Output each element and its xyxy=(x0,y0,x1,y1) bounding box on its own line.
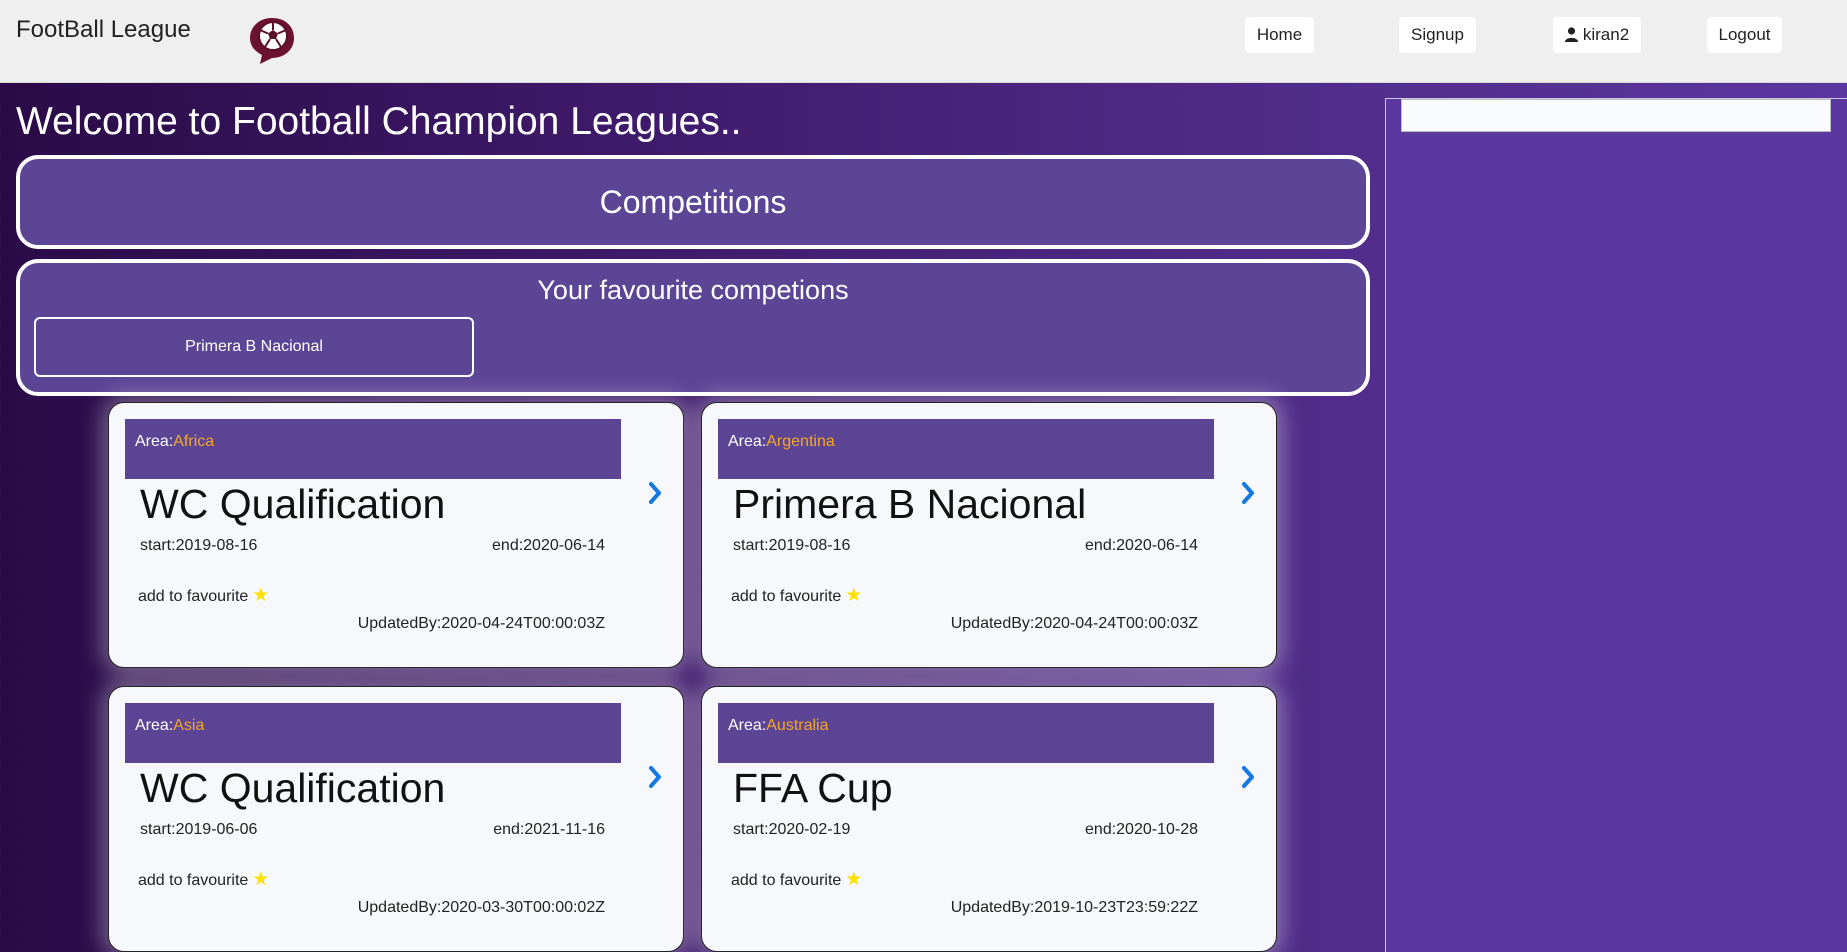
add-favourite-button[interactable]: add to favourite ★ xyxy=(138,584,269,607)
end-date: end:2020-06-14 xyxy=(492,537,605,554)
add-favourite-label: add to favourite xyxy=(138,872,249,889)
end-date: end:2021-11-16 xyxy=(493,821,605,838)
start-date: start:2019-08-16 xyxy=(733,537,851,554)
updated-by: UpdatedBy:2020-04-24T00:00:03Z xyxy=(950,615,1198,632)
competition-name: Primera B Nacional xyxy=(733,481,1087,527)
user-name: kiran2 xyxy=(1582,25,1630,44)
competition-name: WC Qualification xyxy=(140,765,446,811)
start-date: start:2019-06-06 xyxy=(140,821,258,838)
area-label: Area: xyxy=(135,433,174,450)
area-value: Asia xyxy=(173,717,205,734)
logout-button[interactable]: Logout xyxy=(1707,17,1782,53)
chevron-right-icon[interactable] xyxy=(647,481,663,505)
page-title: Welcome to Football Champion Leagues.. xyxy=(16,100,742,143)
competitions-panel: Competitions xyxy=(16,155,1370,249)
card-area-band: Area:Argentina xyxy=(718,419,1214,479)
card-area-band: Area:Africa xyxy=(125,419,621,479)
card-area-band: Area:Asia xyxy=(125,703,621,763)
updated-by: UpdatedBy:2020-03-30T00:00:02Z xyxy=(357,899,605,916)
competition-name: FFA Cup xyxy=(733,765,893,811)
area-label: Area: xyxy=(135,717,174,734)
start-date: start:2020-02-19 xyxy=(733,821,851,838)
star-icon[interactable]: ★ xyxy=(252,585,269,606)
signup-button[interactable]: Signup xyxy=(1399,17,1476,53)
updated-by: UpdatedBy:2020-04-24T00:00:03Z xyxy=(357,615,605,632)
area-value: Australia xyxy=(766,717,829,734)
start-date: start:2019-08-16 xyxy=(140,537,258,554)
favourite-item[interactable]: Primera B Nacional xyxy=(34,317,474,377)
chevron-right-icon[interactable] xyxy=(1240,765,1256,789)
add-favourite-button[interactable]: add to favourite ★ xyxy=(138,868,269,891)
home-button[interactable]: Home xyxy=(1245,17,1314,53)
add-favourite-label: add to favourite xyxy=(731,872,842,889)
favourites-panel: Your favourite competions Primera B Naci… xyxy=(16,259,1370,396)
competitions-title: Competitions xyxy=(599,184,787,220)
competition-card: Area:Africa WC Qualification start:2019-… xyxy=(108,402,684,668)
competition-card: Area:Australia FFA Cup start:2020-02-19 … xyxy=(701,686,1277,952)
chevron-right-icon[interactable] xyxy=(647,765,663,789)
star-icon[interactable]: ★ xyxy=(845,869,862,890)
chevron-right-icon[interactable] xyxy=(1240,481,1256,505)
add-favourite-button[interactable]: add to favourite ★ xyxy=(731,868,862,891)
add-favourite-button[interactable]: add to favourite ★ xyxy=(731,584,862,607)
add-favourite-label: add to favourite xyxy=(731,588,842,605)
user-icon xyxy=(1564,27,1578,42)
competition-card: Area:Asia WC Qualification start:2019-06… xyxy=(108,686,684,952)
updated-by: UpdatedBy:2019-10-23T23:59:22Z xyxy=(950,899,1198,916)
area-label: Area: xyxy=(728,433,767,450)
area-value: Argentina xyxy=(766,433,835,450)
area-label: Area: xyxy=(728,717,767,734)
add-favourite-label: add to favourite xyxy=(138,588,249,605)
star-icon[interactable]: ★ xyxy=(252,869,269,890)
end-date: end:2020-10-28 xyxy=(1085,821,1198,838)
brand-title[interactable]: FootBall League xyxy=(16,16,191,44)
star-icon[interactable]: ★ xyxy=(845,585,862,606)
right-sidebar xyxy=(1385,98,1847,952)
sidebar-box xyxy=(1401,99,1831,132)
football-logo-icon xyxy=(250,18,294,64)
end-date: end:2020-06-14 xyxy=(1085,537,1198,554)
area-value: Africa xyxy=(173,433,215,450)
navbar: FootBall League Home Signup kiran2 Logou… xyxy=(0,0,1847,83)
competition-name: WC Qualification xyxy=(140,481,446,527)
favourites-title: Your favourite competions xyxy=(537,275,849,305)
user-button[interactable]: kiran2 xyxy=(1553,17,1641,53)
competition-card: Area:Argentina Primera B Nacional start:… xyxy=(701,402,1277,668)
card-area-band: Area:Australia xyxy=(718,703,1214,763)
